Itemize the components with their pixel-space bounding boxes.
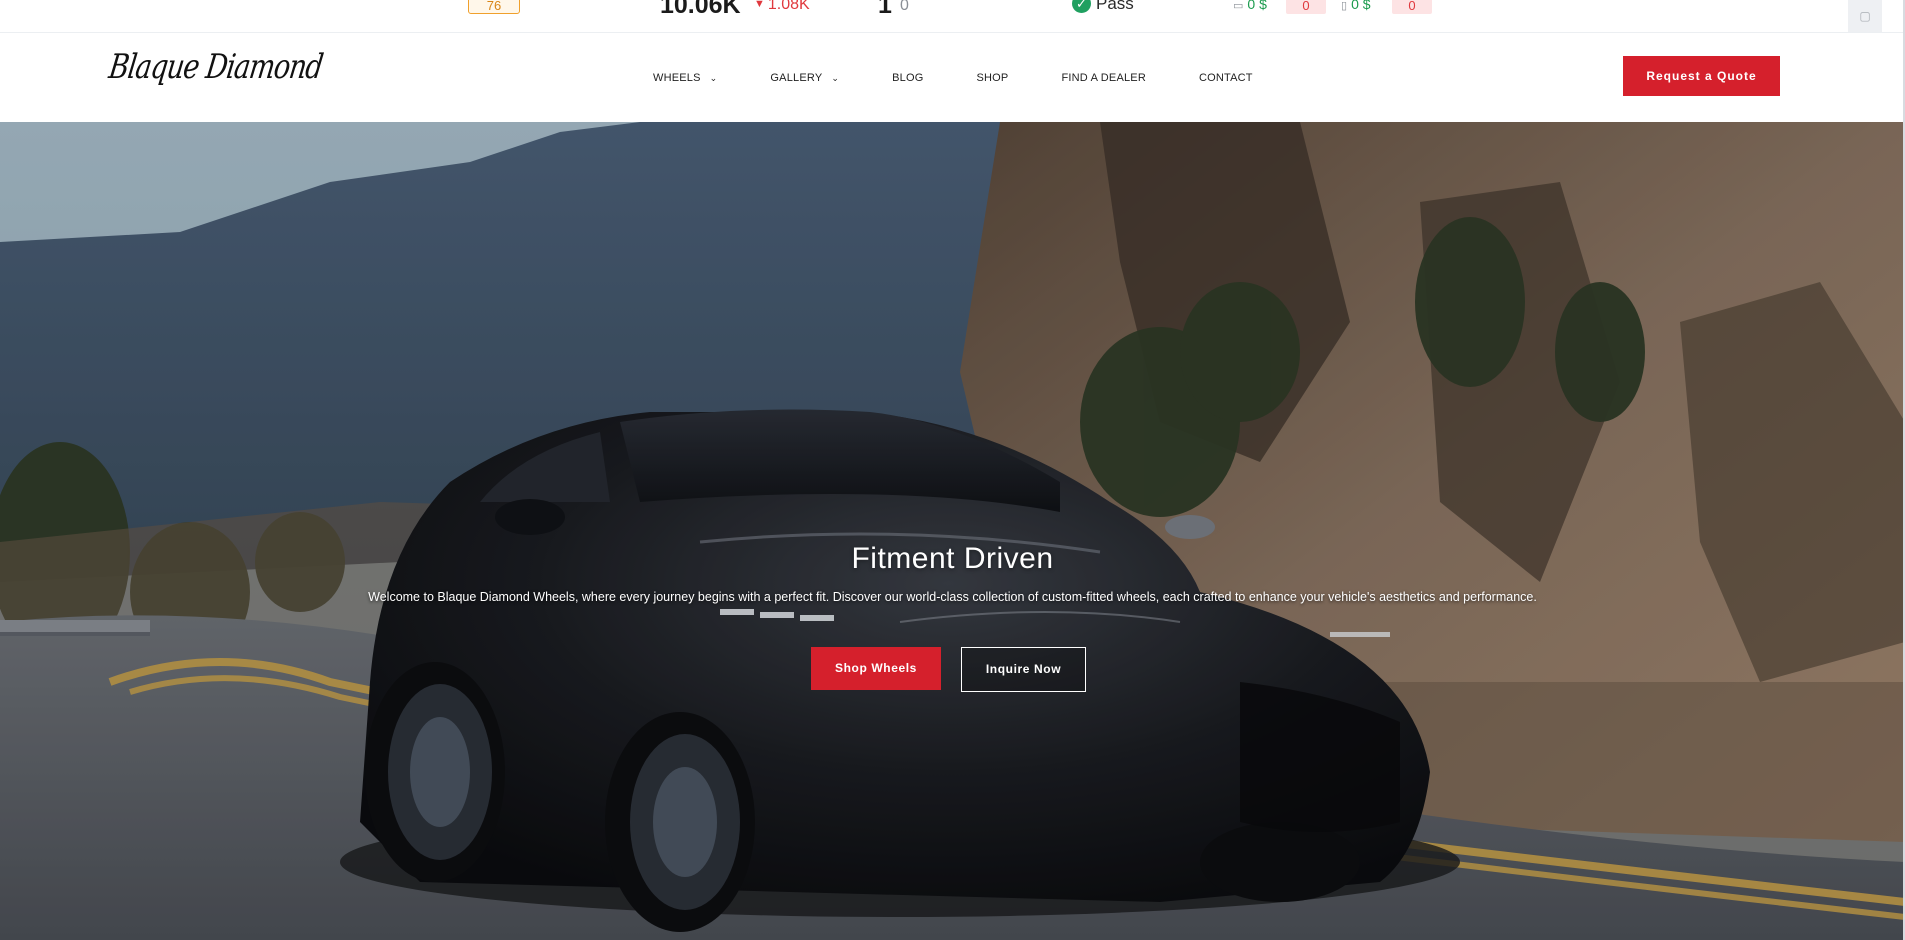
hero-subtitle: Welcome to Blaque Diamond Wheels, where … [368,590,1537,604]
check-circle-icon: ✓ [1072,0,1091,13]
seo-desktop-metric: ▭ 0 $ [1233,0,1267,12]
site-logo[interactable]: Blaque Diamond [107,48,325,108]
nav-item-label: WHEELS [653,72,701,84]
seo-status-label: Pass [1096,0,1134,13]
nav-item-shop[interactable]: SHOP [976,72,1008,84]
chevron-down-icon: ⌄ [831,72,840,83]
seo-mobile-count[interactable]: 0 [1392,0,1432,14]
monitor-icon: ▭ [1233,0,1244,12]
hero-section: Fitment Driven Welcome to Blaque Diamond… [0,122,1905,940]
hero-content: Fitment Driven Welcome to Blaque Diamond… [0,542,1905,604]
logo-wordmark: Blaque Diamond [106,48,325,87]
seo-status[interactable]: ✓ Pass [1072,0,1134,14]
seo-score-badge[interactable]: 76 [468,0,520,14]
square-icon[interactable]: ▢ [1848,0,1882,32]
seo-desktop-value: 0 $ [1247,0,1267,12]
nav-item-label: GALLERY [770,72,823,84]
nav-item-find-a-dealer[interactable]: FIND A DEALER [1061,72,1146,84]
chevron-down-icon: ⌄ [709,72,718,83]
seo-mobile-metric: ▯ 0 $ [1341,0,1371,12]
seo-keywords-delta: 0 [900,0,909,14]
nav-item-label: FIND A DEALER [1061,72,1146,84]
hero-overlay [0,122,1905,940]
seo-toolbar: 76 10.06K ▼ 1.08K 1 0 ✓ Pass ▭ 0 $ 0 ▯ 0 $ 0… [0,0,1905,33]
seo-desktop-count[interactable]: 0 [1286,0,1326,14]
seo-traffic-delta-value: 1.08K [767,0,810,13]
seo-mobile-value: 0 $ [1351,0,1371,12]
seo-keywords-value: 1 [878,0,892,19]
hero-title: Fitment Driven [851,542,1054,575]
nav-item-blog[interactable]: BLOG [892,72,923,84]
main-nav: WHEELS ⌄ GALLERY ⌄ BLOG SHOP FIND A DEAL… [653,34,1306,122]
seo-traffic-value: 10.06K [660,0,741,19]
phone-icon: ▯ [1341,0,1348,12]
triangle-down-icon: ▼ [754,0,765,10]
nav-item-wheels[interactable]: WHEELS ⌄ [653,72,717,84]
nav-item-label: BLOG [892,72,924,84]
nav-item-contact[interactable]: CONTACT [1199,72,1253,84]
seo-traffic-delta: ▼ 1.08K [754,0,810,14]
nav-item-label: SHOP [976,72,1009,84]
request-quote-button[interactable]: Request a Quote [1623,56,1780,96]
shop-wheels-button[interactable]: Shop Wheels [811,647,941,690]
nav-item-label: CONTACT [1198,72,1253,84]
hero-buttons: Shop Wheels Inquire Now [0,647,1905,697]
site-header: Blaque Diamond WHEELS ⌄ GALLERY ⌄ BLOG S… [0,34,1905,122]
inquire-now-button[interactable]: Inquire Now [961,647,1086,692]
nav-item-gallery[interactable]: GALLERY ⌄ [770,72,839,84]
